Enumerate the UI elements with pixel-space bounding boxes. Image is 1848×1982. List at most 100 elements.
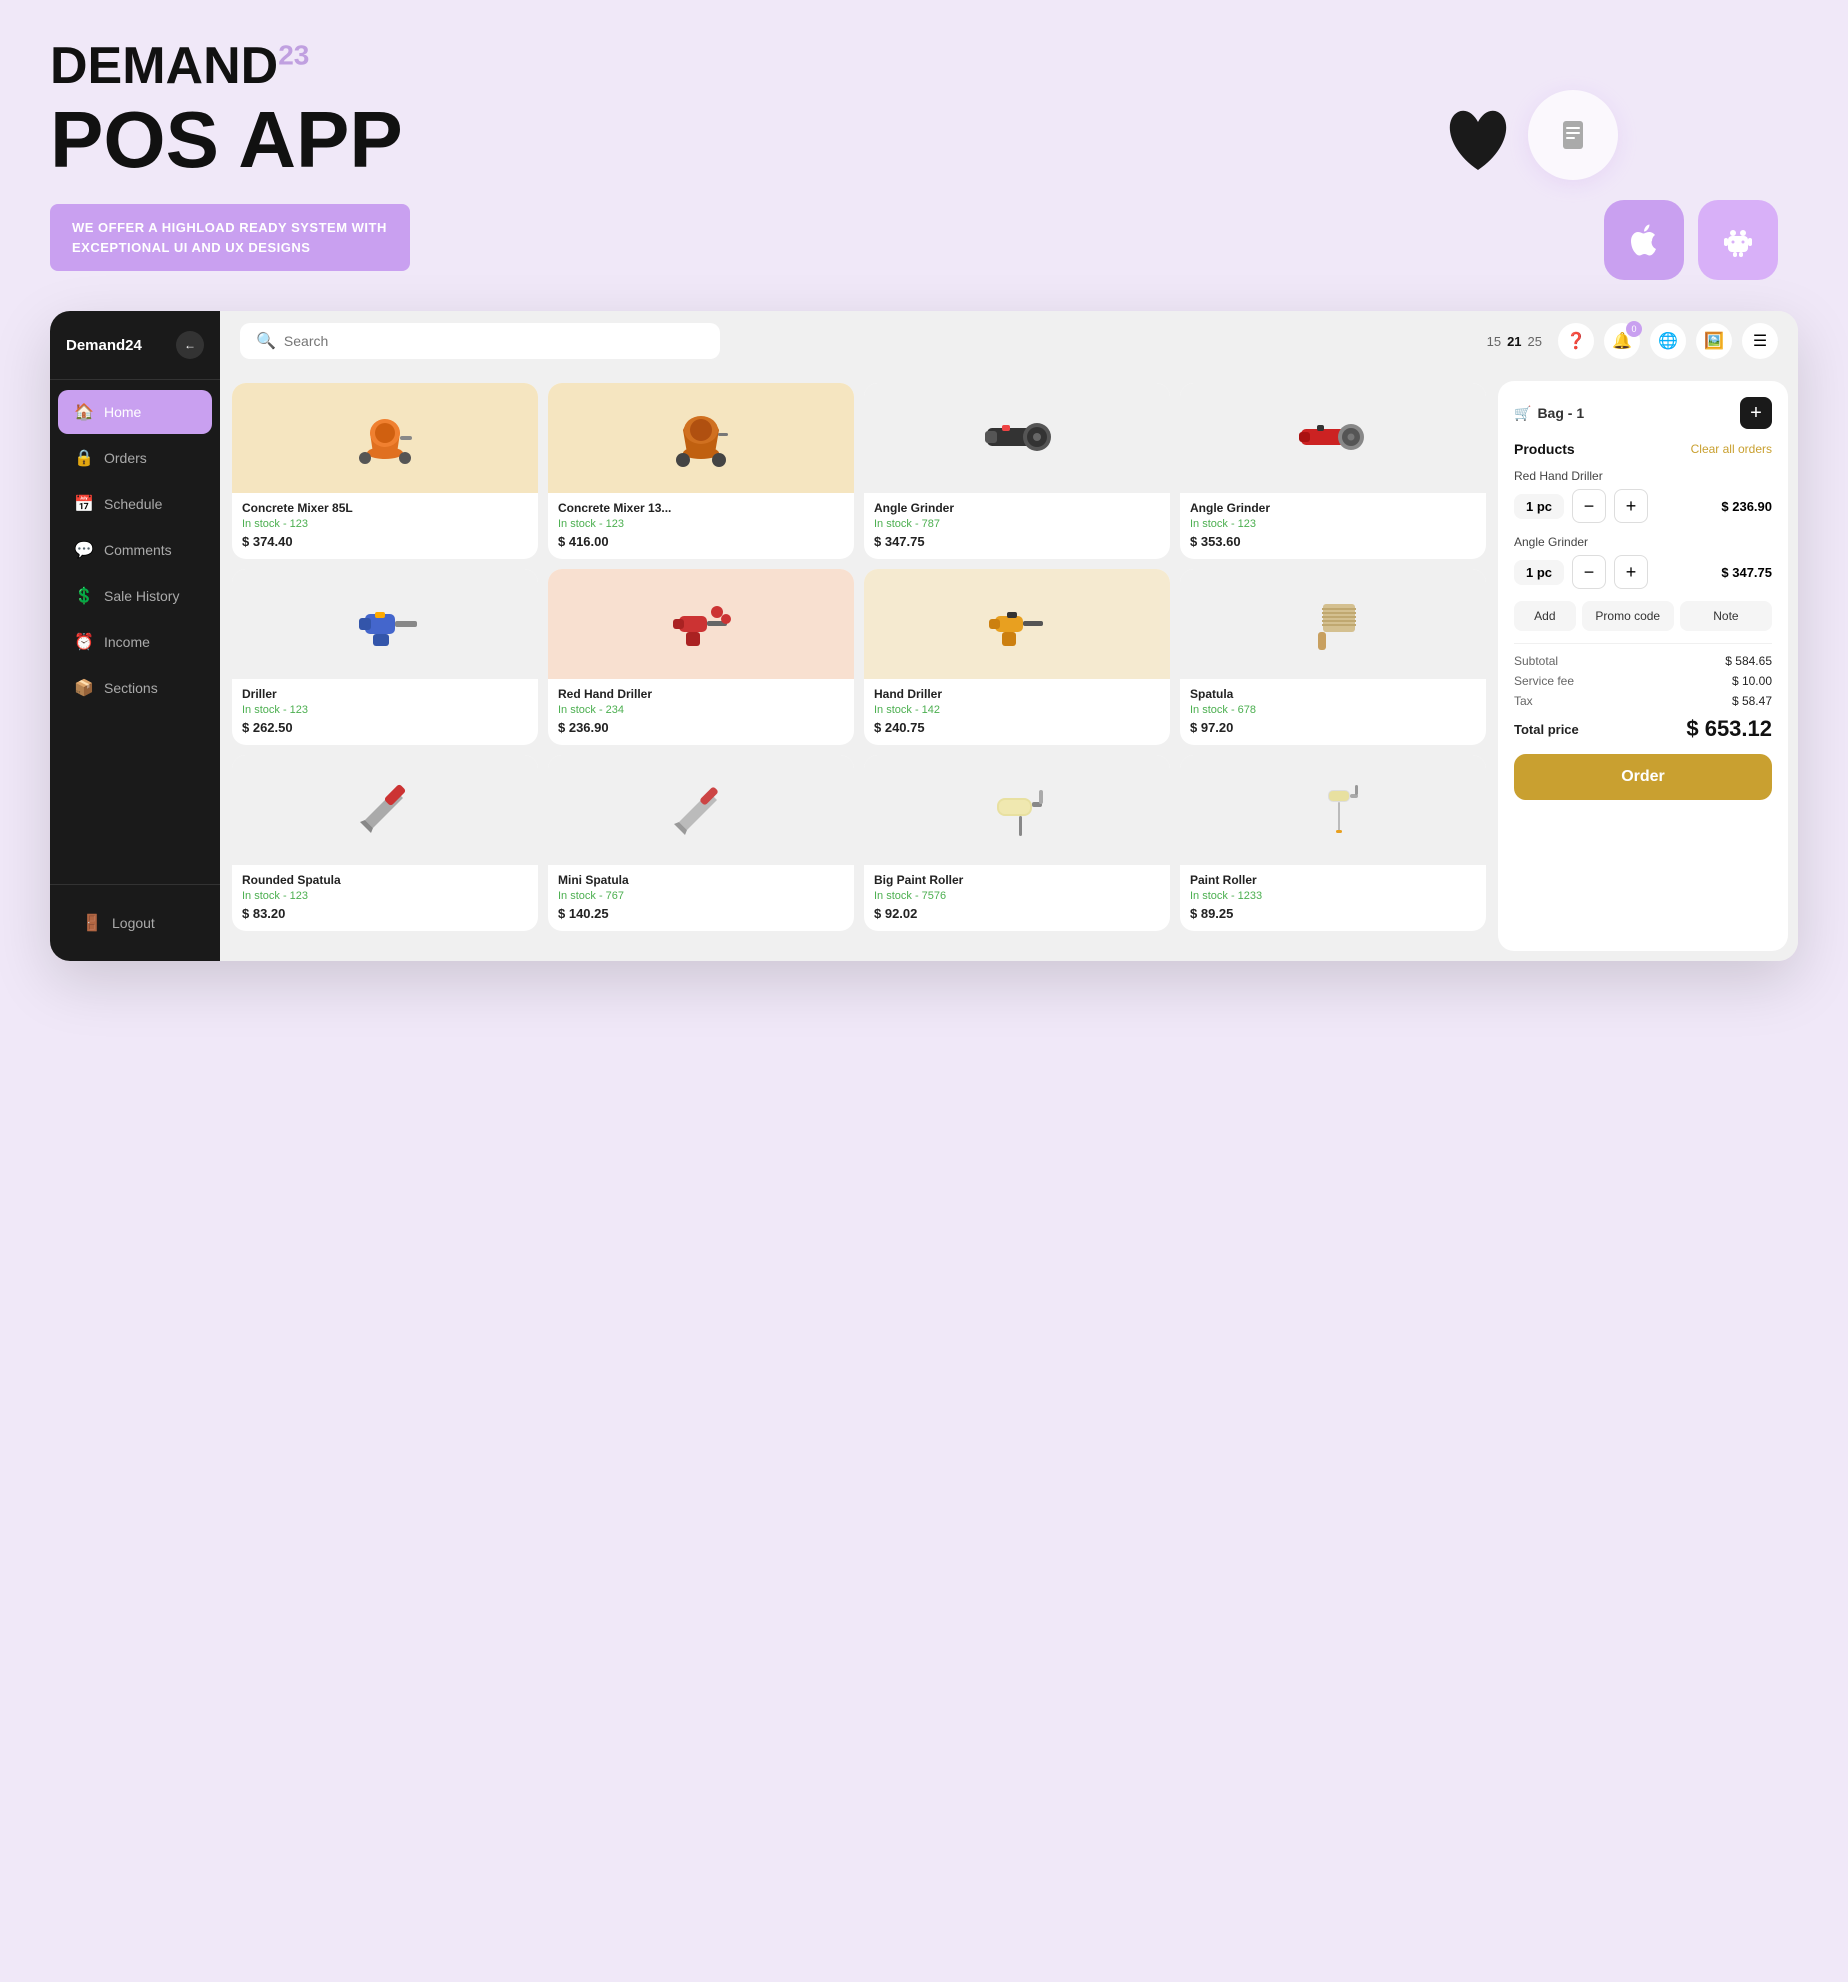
sidebar-back-button[interactable]: ← <box>176 331 204 359</box>
increase-qty-button[interactable]: + <box>1614 555 1648 589</box>
product-stock: In stock - 1233 <box>1190 890 1476 902</box>
product-info: Hand Driller In stock - 142 $ 240.75 <box>864 679 1170 745</box>
notification-badge: 0 <box>1626 321 1642 337</box>
product-name: Spatula <box>1190 687 1476 701</box>
logout-label: Logout <box>112 915 155 931</box>
promo-code-button[interactable]: Promo code <box>1582 601 1674 631</box>
product-stock: In stock - 7576 <box>874 890 1160 902</box>
page-15[interactable]: 15 <box>1487 334 1501 349</box>
order-item-name: Red Hand Driller <box>1514 469 1772 483</box>
income-icon: ⏰ <box>74 632 94 652</box>
action-row: Add Promo code Note <box>1514 601 1772 631</box>
search-bar[interactable]: 🔍 <box>240 323 720 359</box>
sidebar-nav: 🏠 Home 🔒 Orders 📅 Schedule 💬 Comments 💲 … <box>50 380 220 884</box>
orders-icon: 🔒 <box>74 448 94 468</box>
note-button[interactable]: Note <box>1680 601 1772 631</box>
sidebar-item-home[interactable]: 🏠 Home <box>58 390 212 434</box>
product-card[interactable]: Concrete Mixer 13... In stock - 123 $ 41… <box>548 383 854 559</box>
sidebar-item-schedule[interactable]: 📅 Schedule <box>58 482 212 526</box>
sidebar-item-label: Sections <box>104 680 158 696</box>
product-name: Rounded Spatula <box>242 873 528 887</box>
apple-button[interactable] <box>1604 200 1684 280</box>
product-info: Big Paint Roller In stock - 7576 $ 92.02 <box>864 865 1170 931</box>
product-image <box>548 569 854 679</box>
products-area: Concrete Mixer 85L In stock - 123 $ 374.… <box>220 371 1798 961</box>
brand-title: DEMAND23 <box>50 40 1798 92</box>
topbar-right: 15 21 25 ❓ 🔔 0 🌐 🖼️ ☰ <box>1487 323 1778 359</box>
bag-header: 🛒 Bag - 1 + <box>1514 397 1772 429</box>
decrease-qty-button[interactable]: − <box>1572 555 1606 589</box>
decrease-qty-button[interactable]: − <box>1572 489 1606 523</box>
order-item-controls: 1 pc − + $ 236.90 <box>1514 489 1772 523</box>
menu-button[interactable]: ☰ <box>1742 323 1778 359</box>
bag-title: Bag - 1 <box>1537 405 1584 421</box>
total-price-row: Total price $ 653.12 <box>1514 716 1772 742</box>
sidebar-item-income[interactable]: ⏰ Income <box>58 620 212 664</box>
bag-label: 🛒 Bag - 1 <box>1514 405 1584 422</box>
heart-decoration <box>1438 100 1518 180</box>
product-info: Paint Roller In stock - 1233 $ 89.25 <box>1180 865 1486 931</box>
total-value: $ 653.12 <box>1686 716 1772 742</box>
product-stock: In stock - 234 <box>558 704 844 716</box>
image-button[interactable]: 🖼️ <box>1696 323 1732 359</box>
totals-section: Subtotal $ 584.65 Service fee $ 10.00 Ta… <box>1514 643 1772 742</box>
product-card[interactable]: Driller In stock - 123 $ 262.50 <box>232 569 538 745</box>
tax-label: Tax <box>1514 694 1533 708</box>
product-card[interactable]: Concrete Mixer 85L In stock - 123 $ 374.… <box>232 383 538 559</box>
service-fee-value: $ 10.00 <box>1732 674 1772 688</box>
order-panel: 🛒 Bag - 1 + Products Clear all orders Re… <box>1498 381 1788 951</box>
search-input[interactable] <box>284 333 704 349</box>
help-button[interactable]: ❓ <box>1558 323 1594 359</box>
notification-button[interactable]: 🔔 0 <box>1604 323 1640 359</box>
topbar: 🔍 15 21 25 ❓ 🔔 0 🌐 🖼️ ☰ <box>220 311 1798 371</box>
product-stock: In stock - 767 <box>558 890 844 902</box>
logout-button[interactable]: 🚪 Logout <box>66 901 204 945</box>
logout-section[interactable]: 🚪 Logout <box>50 884 220 961</box>
bag-add-button[interactable]: + <box>1740 397 1772 429</box>
product-card[interactable]: Red Hand Driller In stock - 234 $ 236.90 <box>548 569 854 745</box>
product-price: $ 89.25 <box>1190 906 1476 921</box>
tagline: WE OFFER A HIGHLOAD READY SYSTEM WITH EX… <box>50 204 410 271</box>
product-card[interactable]: Big Paint Roller In stock - 7576 $ 92.02 <box>864 755 1170 931</box>
sidebar-item-sections[interactable]: 📦 Sections <box>58 666 212 710</box>
product-name: Concrete Mixer 85L <box>242 501 528 515</box>
product-card[interactable]: Spatula In stock - 678 $ 97.20 <box>1180 569 1486 745</box>
product-card[interactable]: Angle Grinder In stock - 123 $ 353.60 <box>1180 383 1486 559</box>
product-info: Concrete Mixer 85L In stock - 123 $ 374.… <box>232 493 538 559</box>
order-button[interactable]: Order <box>1514 754 1772 800</box>
sidebar-item-label: Income <box>104 634 150 650</box>
clear-orders-button[interactable]: Clear all orders <box>1691 442 1772 456</box>
add-button[interactable]: Add <box>1514 601 1576 631</box>
product-image <box>1180 755 1486 865</box>
sidebar-item-orders[interactable]: 🔒 Orders <box>58 436 212 480</box>
sidebar-item-label: Schedule <box>104 496 162 512</box>
total-label: Total price <box>1514 722 1579 737</box>
home-icon: 🏠 <box>74 402 94 422</box>
products-header: Products Clear all orders <box>1514 441 1772 457</box>
product-price: $ 374.40 <box>242 534 528 549</box>
sidebar-item-label: Sale History <box>104 588 179 604</box>
product-stock: In stock - 678 <box>1190 704 1476 716</box>
product-card[interactable]: Mini Spatula In stock - 767 $ 140.25 <box>548 755 854 931</box>
product-card[interactable]: Rounded Spatula In stock - 123 $ 83.20 <box>232 755 538 931</box>
order-item-name: Angle Grinder <box>1514 535 1772 549</box>
product-price: $ 353.60 <box>1190 534 1476 549</box>
product-info: Mini Spatula In stock - 767 $ 140.25 <box>548 865 854 931</box>
product-card[interactable]: Hand Driller In stock - 142 $ 240.75 <box>864 569 1170 745</box>
page-21[interactable]: 21 <box>1507 334 1521 349</box>
page-25[interactable]: 25 <box>1528 334 1542 349</box>
android-button[interactable] <box>1698 200 1778 280</box>
sidebar-item-label: Home <box>104 404 141 420</box>
sidebar-item-label: Orders <box>104 450 147 466</box>
product-name: Red Hand Driller <box>558 687 844 701</box>
increase-qty-button[interactable]: + <box>1614 489 1648 523</box>
globe-button[interactable]: 🌐 <box>1650 323 1686 359</box>
item-price: $ 236.90 <box>1721 499 1772 514</box>
product-card[interactable]: Paint Roller In stock - 1233 $ 89.25 <box>1180 755 1486 931</box>
product-info: Concrete Mixer 13... In stock - 123 $ 41… <box>548 493 854 559</box>
product-image <box>1180 383 1486 493</box>
product-stock: In stock - 123 <box>242 518 528 530</box>
sidebar-item-sale-history[interactable]: 💲 Sale History <box>58 574 212 618</box>
sidebar-item-comments[interactable]: 💬 Comments <box>58 528 212 572</box>
product-card[interactable]: Angle Grinder In stock - 787 $ 347.75 <box>864 383 1170 559</box>
